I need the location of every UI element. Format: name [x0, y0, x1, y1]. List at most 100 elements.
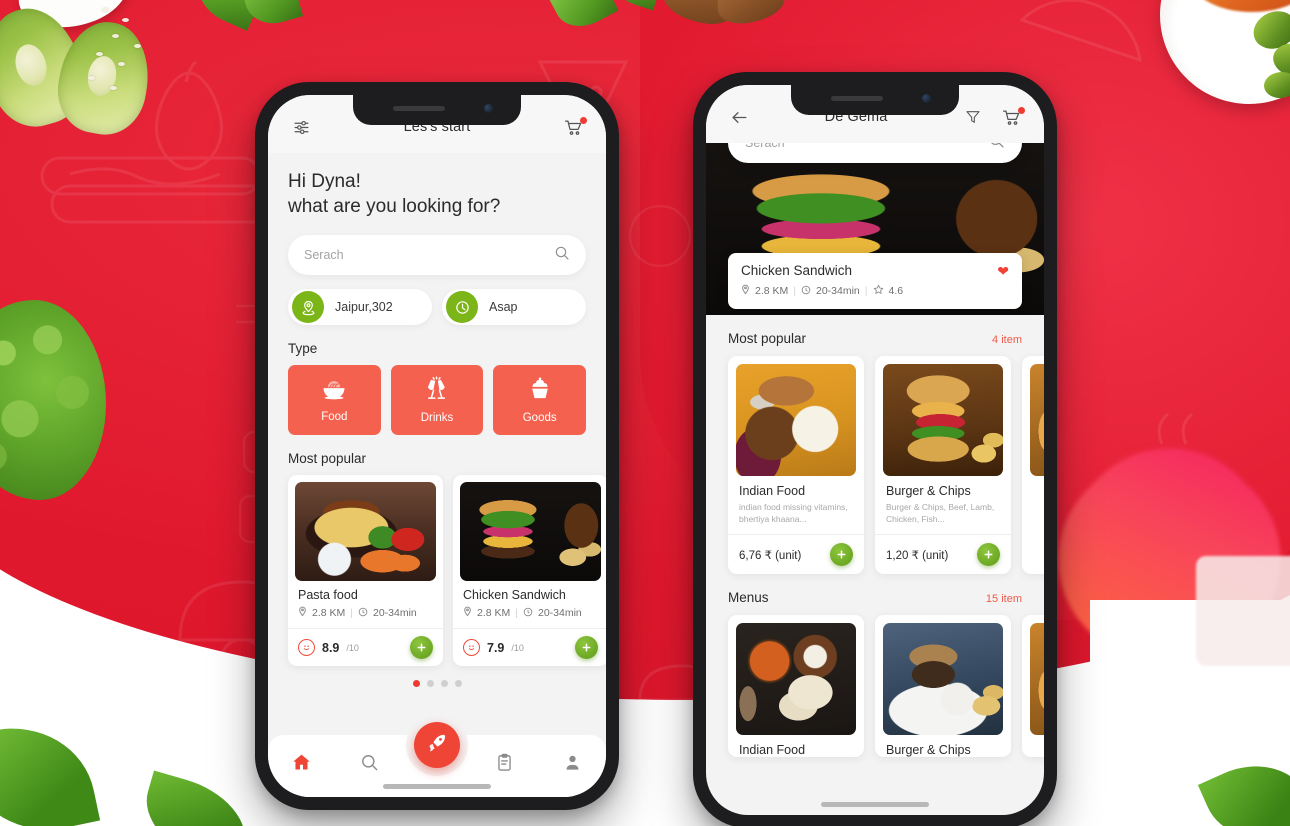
side-dish-photo — [1030, 364, 1044, 476]
phone-notch — [791, 85, 959, 115]
food-card-rating: 8.9 — [322, 640, 340, 655]
meta-separator: | — [350, 607, 353, 620]
tab-profile[interactable] — [552, 753, 592, 780]
search-input[interactable]: Serach — [288, 235, 586, 276]
add-to-cart-button[interactable] — [410, 636, 433, 660]
notch-camera — [484, 104, 493, 113]
left-screen: Les's start Hi Dyna! what are you lookin… — [268, 95, 606, 797]
menu-name: Indian Food — [739, 743, 806, 758]
menu-name: Burger & Chips — [886, 743, 971, 758]
hero-name: Chicken Sandwich — [741, 263, 853, 278]
tab-orders[interactable] — [485, 753, 525, 780]
greeting-line-2: what are you looking for? — [288, 196, 501, 218]
menu-card[interactable]: Burger & Chips — [875, 615, 1011, 758]
rating-smiley-icon — [463, 639, 480, 657]
section-header-most-popular: Most popular 4 item — [728, 331, 1022, 346]
chip-time-label: Asap — [489, 300, 518, 315]
right-screen: De Gema Serach Chicken Sandwich ❤ 2.8 KM… — [706, 85, 1044, 815]
most-popular-cards: Indian Food indian food missing vitamins… — [728, 356, 1044, 575]
location-pin-icon — [292, 291, 324, 324]
pager-dot[interactable] — [440, 680, 448, 688]
section-count: 15 item — [985, 593, 1022, 606]
rocket-icon — [427, 732, 448, 758]
filter-chips: Jaipur,302 Asap — [288, 289, 586, 326]
hero-info-card[interactable]: Chicken Sandwich ❤ 2.8 KM | 20-34min | 4… — [728, 253, 1022, 309]
arrow-left-icon[interactable] — [726, 108, 752, 127]
background — [0, 0, 1290, 826]
food-card-footer: 8.9 /10 — [288, 628, 443, 666]
type-card-food[interactable]: Food — [288, 365, 381, 436]
home-indicator — [383, 784, 491, 789]
search-input[interactable]: Serach — [728, 143, 1022, 163]
clock-icon — [358, 607, 368, 620]
product-footer: 6,76 ₹ (unit) — [728, 534, 864, 574]
chip-location[interactable]: Jaipur,302 — [288, 289, 432, 326]
food-card-name: Pasta food — [298, 588, 358, 603]
pager-dot[interactable] — [412, 680, 420, 688]
hero-time: 20-34min — [816, 285, 860, 297]
food-card-distance: 2.8 KM — [312, 607, 346, 620]
star-icon — [873, 284, 884, 298]
product-card[interactable]: Indian Food indian food missing vitamins… — [728, 356, 864, 575]
section-title: Menus — [728, 590, 769, 606]
cart-icon[interactable] — [998, 106, 1025, 127]
location-pin-icon — [463, 606, 472, 620]
chip-time[interactable]: Asap — [442, 289, 586, 326]
meta-separator: | — [864, 285, 868, 297]
pale-card-decoration — [1196, 556, 1290, 666]
product-card[interactable]: Burger & Chips Burger & Chips, Beef, Lam… — [875, 356, 1011, 575]
food-card[interactable]: Pasta food 2.8 KM | 20-34min 8.9 /10 — [288, 475, 443, 667]
search-icon[interactable] — [554, 245, 570, 266]
funnel-icon[interactable] — [960, 109, 986, 125]
indian-curry-roti-photo — [736, 623, 856, 736]
heart-icon[interactable]: ❤ — [997, 264, 1009, 278]
add-to-cart-button[interactable] — [830, 543, 853, 567]
menu-card-partial[interactable] — [1022, 615, 1044, 758]
popular-cards: Pasta food 2.8 KM | 20-34min 8.9 /10 Chi… — [288, 475, 606, 667]
food-card-footer: 7.9 /10 — [453, 628, 606, 666]
cart-badge — [580, 116, 587, 124]
rocket-fab-button[interactable] — [414, 722, 460, 768]
menu-card[interactable]: Indian Food — [728, 615, 864, 758]
menus-cards: Indian Food Burger & Chips — [728, 615, 1044, 758]
sliders-icon[interactable] — [288, 119, 314, 136]
type-section-title: Type — [288, 341, 318, 357]
type-card-food-label: Food — [321, 411, 348, 424]
hero-rating: 4.6 — [888, 285, 904, 297]
add-to-cart-button[interactable] — [575, 636, 598, 660]
burger-chips-photo — [883, 364, 1003, 476]
tab-home[interactable] — [282, 752, 322, 781]
chip-location-label: Jaipur,302 — [335, 300, 393, 315]
pager-dot[interactable] — [426, 680, 434, 688]
food-card[interactable]: Chicken Sandwich 2.8 KM | 20-34min 7.9 /… — [453, 475, 606, 667]
cart-icon[interactable] — [560, 116, 587, 137]
pasta-bowl-photo — [295, 482, 436, 582]
product-footer: 1,20 ₹ (unit) — [875, 534, 1011, 574]
notch-speaker — [393, 106, 445, 111]
food-card-name: Chicken Sandwich — [463, 588, 566, 603]
carousel-pager[interactable] — [288, 680, 586, 688]
greeting-line-1: Hi Dyna! — [288, 171, 361, 192]
side-dish-photo — [1030, 623, 1044, 736]
phone-mockup-left: Les's start Hi Dyna! what are you lookin… — [255, 82, 619, 810]
food-card-rating-of: /10 — [346, 642, 359, 653]
product-price: 1,20 ₹ (unit) — [886, 549, 949, 562]
rating-smiley-icon — [298, 639, 315, 657]
clock-icon — [523, 607, 533, 620]
tab-search[interactable] — [349, 753, 389, 780]
food-card-rating-of: /10 — [511, 642, 524, 653]
pager-dot[interactable] — [454, 680, 462, 688]
section-count: 4 item — [992, 334, 1022, 346]
type-card-goods-label: Goods — [522, 412, 557, 425]
location-pin-icon — [741, 284, 750, 298]
hero-meta: 2.8 KM | 20-34min | 4.6 — [741, 284, 1009, 298]
product-card-partial[interactable] — [1022, 356, 1044, 575]
search-icon[interactable] — [988, 143, 1005, 154]
type-card-goods[interactable]: Goods — [493, 365, 587, 436]
add-to-cart-button[interactable] — [977, 543, 1000, 567]
noodle-bowl-icon — [320, 377, 348, 406]
product-name: Burger & Chips — [886, 484, 971, 498]
burger-plate-photo — [883, 623, 1003, 736]
type-card-drinks-label: Drinks — [420, 412, 454, 425]
type-card-drinks[interactable]: Drinks — [390, 365, 484, 436]
